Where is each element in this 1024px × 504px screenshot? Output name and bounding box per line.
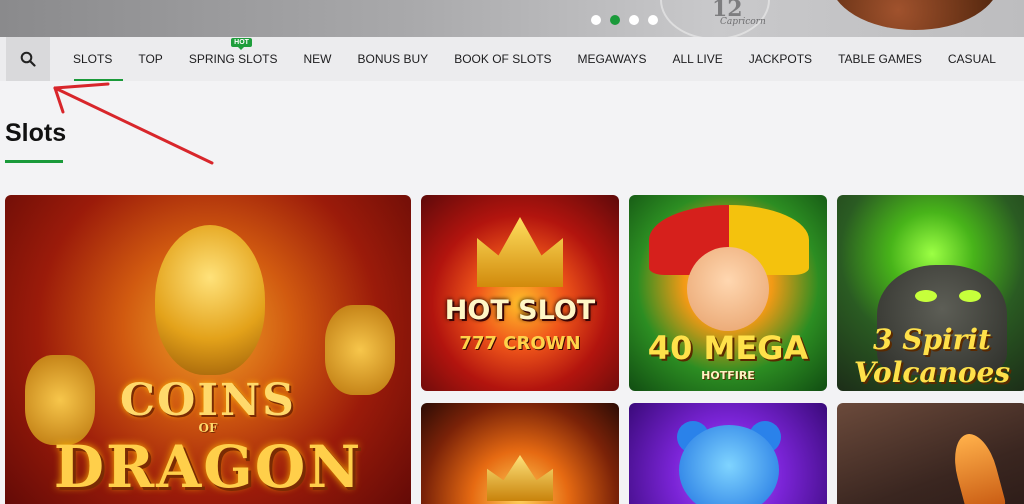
game-title: 40 MEGA: [647, 329, 809, 367]
tab-megaways[interactable]: MEGAWAYS: [565, 37, 660, 81]
title-underline: [5, 160, 63, 163]
game-subtitle: HOTFIRE: [701, 369, 755, 382]
game-subtitle: DRAGON: [53, 433, 363, 501]
tab-bonus-buy[interactable]: BONUS BUY: [345, 37, 442, 81]
tab-label: CASUAL: [947, 52, 996, 66]
tab-label: MEGAWAYS: [577, 52, 647, 66]
tab-slots[interactable]: SLOTS: [60, 37, 125, 81]
game-tile-40-mega-hotfire[interactable]: 40 MEGA HOTFIRE: [629, 195, 827, 391]
game-subtitle: 777 CROWN: [459, 333, 581, 354]
tab-label: SPRING SLOTS: [188, 52, 278, 66]
tab-label: BONUS BUY: [357, 52, 429, 66]
promo-banner[interactable]: 12 Capricorn: [0, 0, 1024, 37]
carousel-dots: [591, 15, 658, 25]
banner-ball-decoration: [830, 0, 1000, 30]
tab-top[interactable]: TOP: [125, 37, 175, 81]
nav-tabs: SLOTS TOP HOT SPRING SLOTS NEW BONUS BUY…: [60, 37, 1009, 81]
category-nav: SLOTS TOP HOT SPRING SLOTS NEW BONUS BUY…: [0, 37, 1024, 81]
tab-label: ALL LIVE: [672, 52, 723, 66]
jester-face-art: [687, 247, 769, 331]
tab-label: NEW: [303, 52, 332, 66]
tab-label: JACKPOTS: [748, 52, 813, 66]
search-button[interactable]: [6, 37, 50, 81]
tab-new[interactable]: NEW: [291, 37, 345, 81]
search-icon: [20, 51, 36, 67]
game-tile-hot-slot[interactable]: HOT SLOT 777 CROWN: [421, 195, 619, 391]
game-title: COINS: [120, 375, 296, 426]
game-tile[interactable]: [421, 403, 619, 504]
dragon-art: [155, 225, 265, 375]
tab-jackpots[interactable]: JACKPOTS: [736, 37, 825, 81]
banner-clock-label: Capricorn: [720, 17, 766, 27]
banner-clock-number: 12: [712, 0, 743, 22]
carousel-dot[interactable]: [629, 15, 639, 25]
crown-art: [487, 455, 553, 501]
section-title: Slots: [5, 119, 67, 147]
game-tile-coins-of-dragon[interactable]: COINS OF DRAGON: [5, 195, 411, 504]
spirit-eye-art: [959, 290, 981, 302]
carousel-dot[interactable]: [591, 15, 601, 25]
game-tile[interactable]: [629, 403, 827, 504]
tab-spring-slots[interactable]: HOT SPRING SLOTS: [176, 37, 291, 81]
tab-casual[interactable]: CASUAL: [935, 37, 1009, 81]
tab-all-live[interactable]: ALL LIVE: [659, 37, 735, 81]
tab-label: SLOTS: [73, 52, 113, 66]
tab-label: TABLE GAMES: [838, 52, 922, 66]
carousel-dot[interactable]: [648, 15, 658, 25]
crown-art: [477, 217, 563, 287]
tab-label: TOP: [138, 52, 163, 66]
tab-label: BOOK OF SLOTS: [454, 52, 552, 66]
spirit-eye-art: [915, 290, 937, 302]
game-title: HOT SLOT: [444, 295, 596, 326]
carousel-dot-active[interactable]: [610, 15, 620, 25]
game-tile[interactable]: [837, 403, 1024, 504]
tab-book-of-slots[interactable]: BOOK OF SLOTS: [441, 37, 564, 81]
flame-art: [947, 429, 1007, 504]
game-title: 3 Spirit Volcanoes: [853, 323, 1011, 389]
hot-badge: HOT: [231, 38, 252, 50]
game-tile-3-spirit-volcanoes[interactable]: 3 Spirit Volcanoes: [837, 195, 1024, 391]
tab-table-games[interactable]: TABLE GAMES: [825, 37, 935, 81]
